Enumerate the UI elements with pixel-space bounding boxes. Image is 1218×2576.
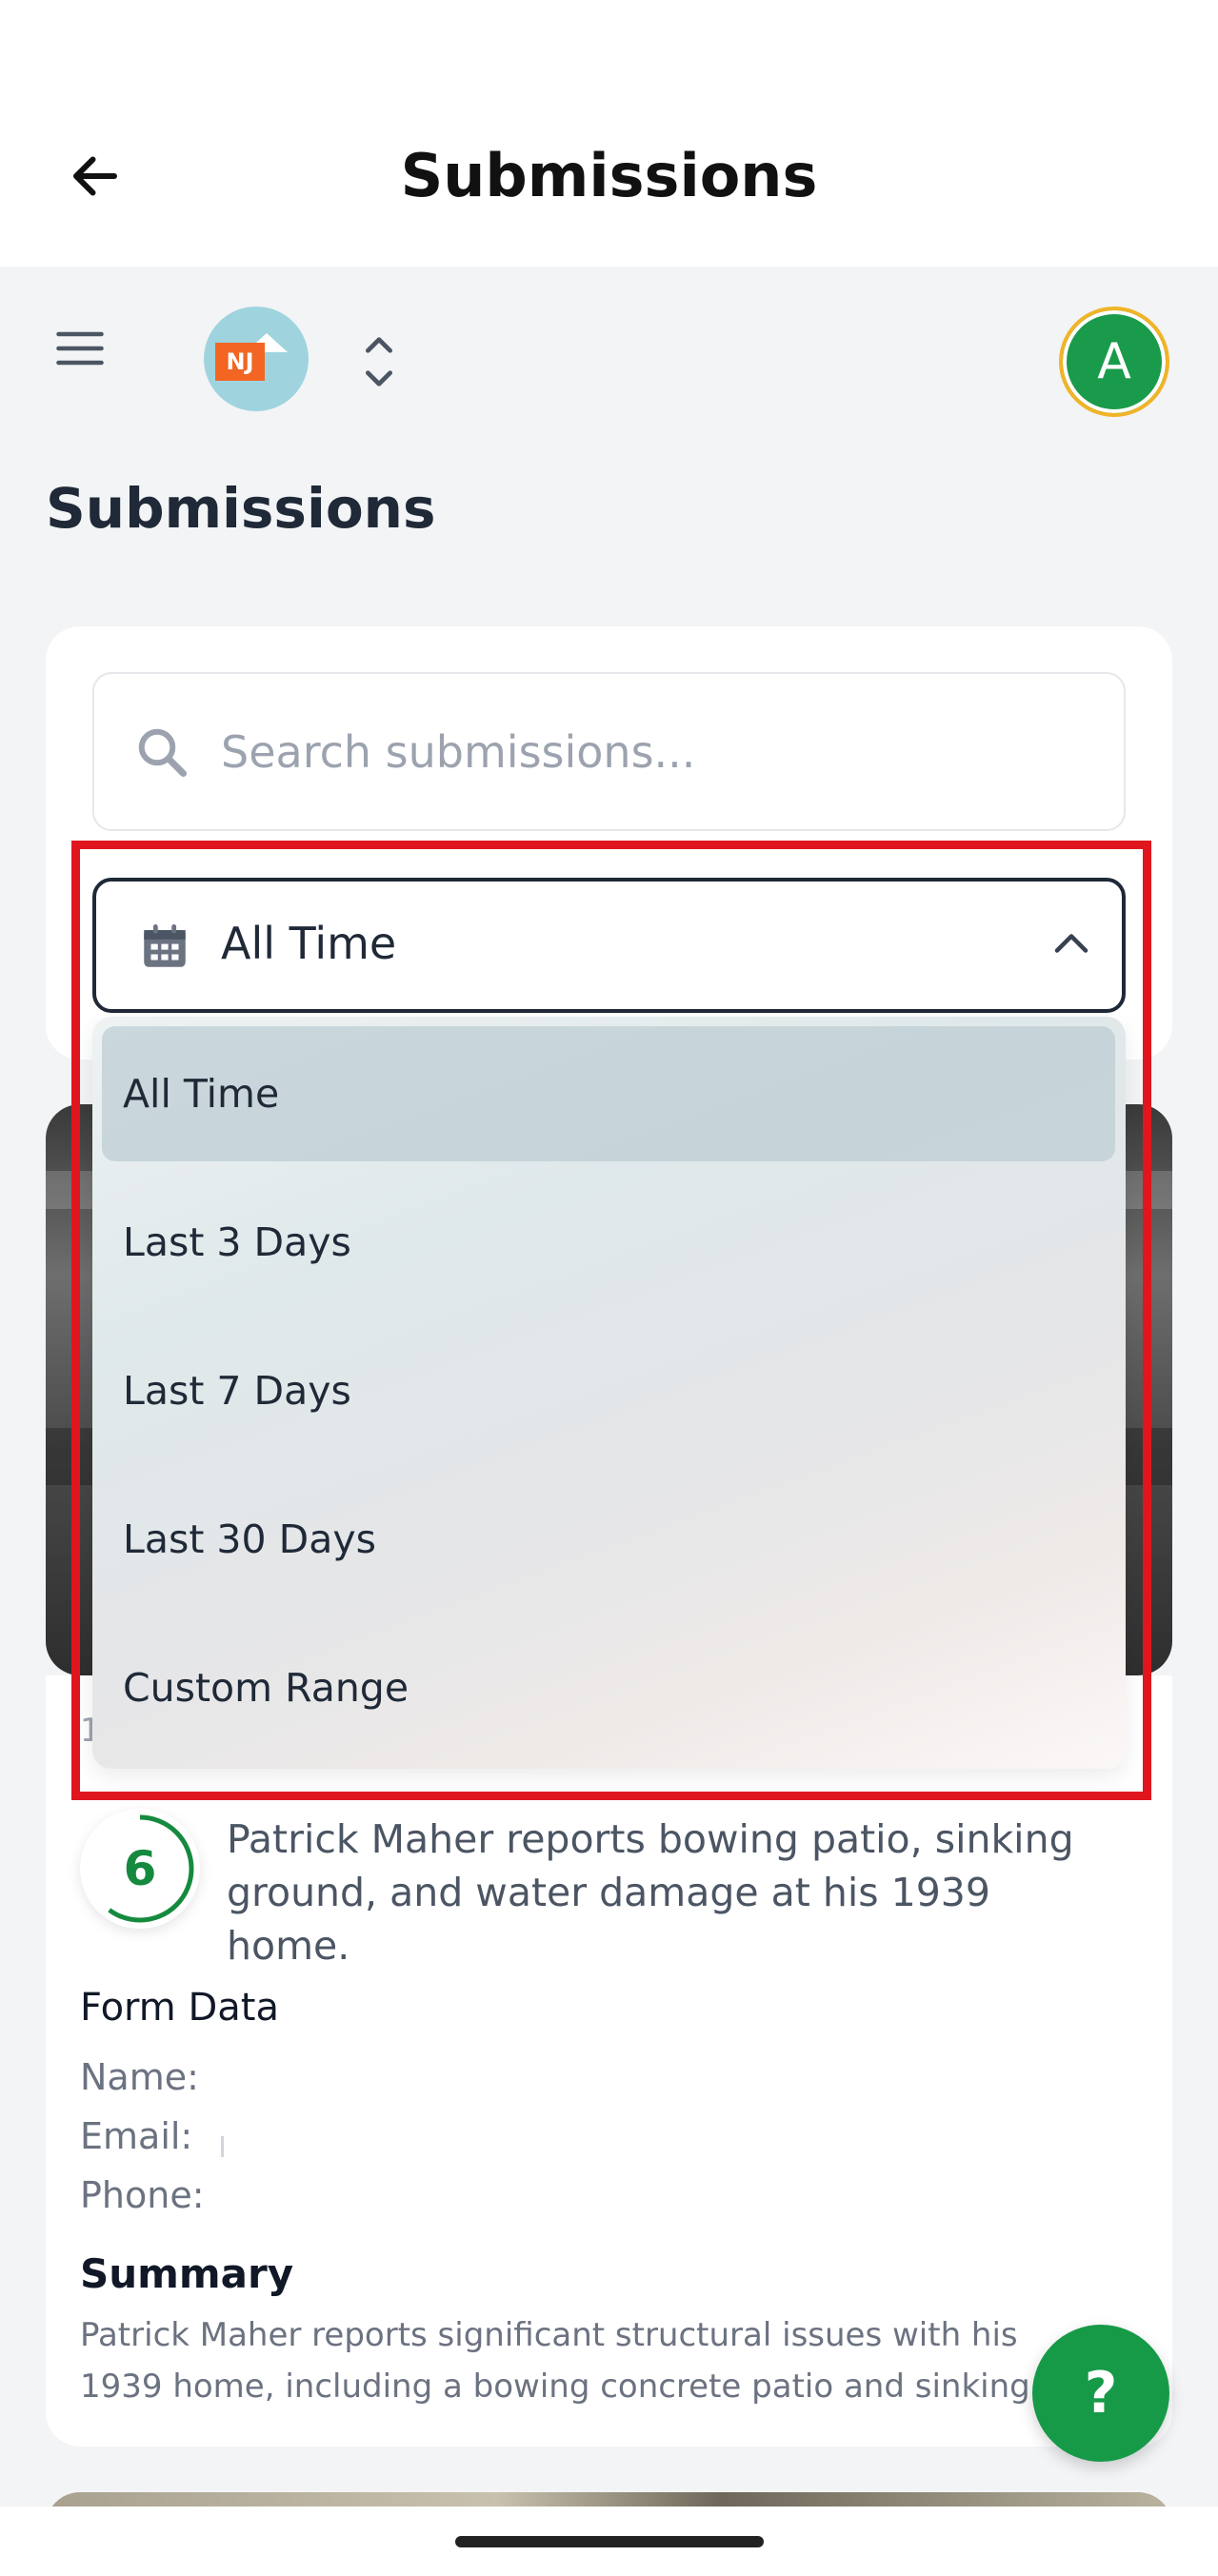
dropdown-option-last-3-days[interactable]: Last 3 Days bbox=[102, 1175, 1115, 1310]
summary-line-2: 1939 home, including a bowing concrete p… bbox=[80, 2368, 1030, 2406]
logo-text: NJ bbox=[215, 343, 265, 381]
workspace-toolbar: NJ A bbox=[0, 267, 1218, 457]
dropdown-option-last-7-days[interactable]: Last 7 Days bbox=[102, 1323, 1115, 1458]
organization-logo[interactable]: NJ bbox=[204, 307, 309, 411]
email-value-mark bbox=[221, 2136, 224, 2157]
chevron-up-icon bbox=[1054, 934, 1088, 953]
date-range-dropdown: All Time Last 3 Days Last 7 Days Last 30… bbox=[92, 1017, 1126, 1769]
summary-text: Patrick Maher reports significant struct… bbox=[80, 2309, 1089, 2414]
user-avatar[interactable]: A bbox=[1059, 307, 1169, 417]
page-title: Submissions bbox=[46, 476, 436, 541]
app-bar: Submissions bbox=[0, 95, 1218, 267]
search-input[interactable] bbox=[221, 714, 1078, 790]
search-icon bbox=[138, 728, 187, 777]
form-name-label: Name: bbox=[80, 2056, 199, 2098]
date-range-selected-value: All Time bbox=[221, 918, 397, 969]
chevron-up-down-icon bbox=[366, 337, 392, 386]
app-bar-title: Submissions bbox=[400, 141, 818, 210]
status-bar bbox=[0, 0, 1218, 95]
summary-title: Summary bbox=[80, 2250, 294, 2297]
hamburger-menu-icon bbox=[56, 331, 104, 366]
score-badge: 6 bbox=[80, 1809, 200, 1929]
organization-switcher[interactable] bbox=[352, 324, 406, 400]
summary-line-1: Patrick Maher reports significant struct… bbox=[80, 2316, 1018, 2354]
dropdown-option-last-30-days[interactable]: Last 30 Days bbox=[102, 1472, 1115, 1607]
dropdown-option-all-time[interactable]: All Time bbox=[102, 1026, 1115, 1161]
score-value: 6 bbox=[123, 1841, 157, 1896]
dropdown-option-custom-range[interactable]: Custom Range bbox=[102, 1620, 1115, 1755]
calendar-icon bbox=[144, 924, 186, 967]
form-email-label: Email: bbox=[80, 2115, 193, 2157]
help-button[interactable]: ? bbox=[1032, 2325, 1169, 2462]
submission-headline: Patrick Maher reports bowing patio, sink… bbox=[227, 1816, 1074, 1969]
form-data-title: Form Data bbox=[80, 1986, 279, 2030]
form-phone-label: Phone: bbox=[80, 2174, 205, 2216]
menu-button[interactable] bbox=[46, 314, 114, 383]
home-indicator[interactable] bbox=[455, 2536, 764, 2547]
